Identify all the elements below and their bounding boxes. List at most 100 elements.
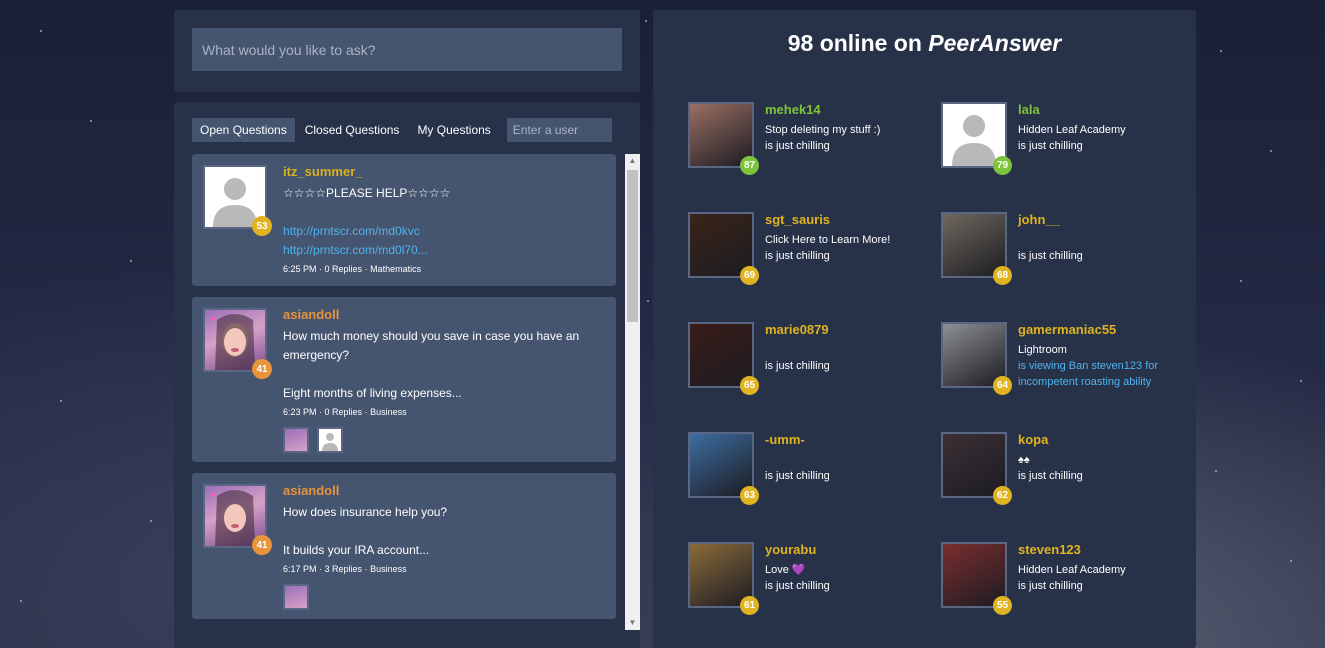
user-filter-input[interactable] bbox=[506, 118, 612, 142]
question-tabs: Open Questions Closed Questions My Quest… bbox=[192, 118, 612, 142]
participant-thumbs bbox=[283, 584, 606, 610]
question-replies[interactable]: 0 Replies bbox=[325, 264, 363, 274]
level-badge: 63 bbox=[740, 486, 759, 505]
online-user-info: mehek14 Stop deleting my stuff :) is just … bbox=[765, 102, 940, 154]
level-badge: 64 bbox=[993, 376, 1012, 395]
level-badge: 41 bbox=[252, 535, 272, 555]
level-badge: 87 bbox=[740, 156, 759, 175]
question-title[interactable]: How does insurance help you? bbox=[283, 503, 606, 522]
online-user-info: gamermaniac55 Lightroom is viewing Ban ste… bbox=[1018, 322, 1193, 390]
user-activity: is just chilling bbox=[1018, 580, 1083, 592]
participant-thumbs bbox=[283, 427, 606, 453]
question-meta: 6:25 PM · 0 Replies · Mathematics bbox=[283, 264, 422, 274]
online-user-info: steven123 Hidden Leaf Academy is just chil… bbox=[1018, 542, 1193, 594]
tab-open-questions[interactable]: Open Questions bbox=[192, 118, 295, 142]
online-username[interactable]: gamermaniac55 bbox=[1018, 322, 1193, 342]
participant-avatar[interactable] bbox=[283, 427, 309, 453]
svg-text:♥: ♥ bbox=[211, 490, 216, 500]
user-status-message: Love 💜 bbox=[765, 564, 806, 576]
question-title[interactable]: How much money should you save in case y… bbox=[283, 327, 606, 365]
question-subject[interactable]: Business bbox=[370, 407, 407, 417]
question-list: 53 itz_summer_ ☆☆☆☆PLEASE HELP☆☆☆☆ http:… bbox=[192, 154, 616, 630]
question-subject[interactable]: Mathematics bbox=[370, 264, 421, 274]
user-status-message: Stop deleting my stuff :) bbox=[765, 124, 881, 136]
online-user-info: sgt_sauris Click Here to Learn More! is ju… bbox=[765, 212, 940, 264]
user-status-message: Click Here to Learn More! bbox=[765, 234, 891, 246]
online-user-card[interactable]: 63 -umm-is just chilling bbox=[688, 432, 938, 512]
svg-text:♥: ♥ bbox=[211, 314, 216, 324]
question-time: 6:23 PM bbox=[283, 407, 317, 417]
scroll-up-icon[interactable]: ▲ bbox=[625, 154, 640, 168]
default-avatar-icon bbox=[322, 433, 338, 451]
user-activity: is just chilling bbox=[765, 470, 830, 482]
tab-my-questions[interactable]: My Questions bbox=[409, 118, 498, 142]
question-replies[interactable]: 3 Replies bbox=[325, 564, 363, 574]
online-username[interactable]: kopa bbox=[1018, 432, 1193, 452]
scroll-down-icon[interactable]: ▼ bbox=[625, 616, 640, 630]
level-badge: 65 bbox=[740, 376, 759, 395]
online-username[interactable]: steven123 bbox=[1018, 542, 1193, 562]
question-author[interactable]: itz_summer_ bbox=[283, 164, 606, 179]
questions-panel: Open Questions Closed Questions My Quest… bbox=[174, 102, 640, 648]
online-user-card[interactable]: 65 marie0879 is just chilling bbox=[688, 322, 938, 402]
user-activity: is just chilling bbox=[765, 580, 830, 592]
user-activity: is just chilling bbox=[1018, 250, 1083, 262]
online-username[interactable]: mehek14 bbox=[765, 102, 940, 122]
level-badge: 68 bbox=[993, 266, 1012, 285]
online-user-card[interactable]: 69 sgt_sauris Click Here to Learn More! is … bbox=[688, 212, 938, 292]
question-card[interactable]: 53 itz_summer_ ☆☆☆☆PLEASE HELP☆☆☆☆ http:… bbox=[192, 154, 616, 286]
online-username[interactable]: yourabu bbox=[765, 542, 940, 562]
user-activity-link[interactable]: is viewing Ban steven123 for incompetent… bbox=[1018, 358, 1193, 390]
level-badge: 79 bbox=[993, 156, 1012, 175]
user-status-message bbox=[1018, 232, 1193, 248]
online-count: 98 online on bbox=[787, 30, 922, 56]
site-brand: PeerAnswer bbox=[928, 30, 1062, 56]
online-username[interactable]: sgt_sauris bbox=[765, 212, 940, 232]
user-activity: is just chilling bbox=[765, 250, 830, 262]
question-link[interactable]: http://prntscr.com/md0l70... bbox=[283, 241, 606, 260]
level-badge: 55 bbox=[993, 596, 1012, 615]
user-activity: is just chilling bbox=[765, 140, 830, 152]
question-author[interactable]: asiandoll bbox=[283, 307, 606, 322]
online-username[interactable]: john__ bbox=[1018, 212, 1193, 232]
question-time: 6:25 PM bbox=[283, 264, 317, 274]
online-username[interactable]: lala bbox=[1018, 102, 1193, 122]
question-card[interactable]: ♥ 41 asiandoll How much money should you… bbox=[192, 297, 616, 462]
level-badge: 61 bbox=[740, 596, 759, 615]
question-meta: 6:17 PM · 3 Replies · Business bbox=[283, 564, 407, 574]
question-excerpt: Eight months of living expenses... bbox=[283, 386, 462, 400]
online-user-card[interactable]: 62 kopa ♠♠ is just chilling bbox=[941, 432, 1191, 512]
question-time: 6:17 PM bbox=[283, 564, 317, 574]
question-title[interactable]: ☆☆☆☆PLEASE HELP☆☆☆☆ bbox=[283, 184, 606, 203]
online-user-card[interactable]: 79 lala Hidden Leaf Academy is just chillin… bbox=[941, 102, 1191, 182]
level-badge: 62 bbox=[993, 486, 1012, 505]
online-user-card[interactable]: 55 steven123 Hidden Leaf Academy is just ch… bbox=[941, 542, 1191, 622]
user-status-message bbox=[765, 452, 940, 468]
question-author[interactable]: asiandoll bbox=[283, 483, 606, 498]
online-count-title: 98 online on PeerAnswer bbox=[653, 30, 1196, 57]
online-user-info: lala Hidden Leaf Academy is just chilling bbox=[1018, 102, 1193, 154]
tab-closed-questions[interactable]: Closed Questions bbox=[297, 118, 408, 142]
question-link[interactable]: http://prntscr.com/md0kvc bbox=[283, 222, 606, 241]
online-user-info: kopa ♠♠ is just chilling bbox=[1018, 432, 1193, 484]
question-list-scrollbar[interactable]: ▲ ▼ bbox=[625, 154, 640, 630]
online-user-card[interactable]: 68 john__is just chilling bbox=[941, 212, 1191, 292]
question-excerpt: It builds your IRA account... bbox=[283, 543, 430, 557]
participant-avatar[interactable] bbox=[317, 427, 343, 453]
question-card[interactable]: ♥ 41 asiandoll How does insurance help y… bbox=[192, 473, 616, 619]
participant-avatar[interactable] bbox=[283, 584, 309, 610]
online-username[interactable]: -umm- bbox=[765, 432, 940, 452]
question-replies[interactable]: 0 Replies bbox=[325, 407, 363, 417]
online-user-card[interactable]: 87 mehek14 Stop deleting my stuff :) is jus… bbox=[688, 102, 938, 182]
scrollbar-thumb[interactable] bbox=[627, 170, 638, 322]
question-subject[interactable]: Business bbox=[370, 564, 407, 574]
online-user-card[interactable]: 64 gamermaniac55 Lightroom is viewing Ban s… bbox=[941, 322, 1191, 402]
online-user-info: marie0879 is just chilling bbox=[765, 322, 940, 374]
online-user-card[interactable]: 61 yourabu Love 💜 is just chilling bbox=[688, 542, 938, 622]
online-username[interactable]: marie0879 bbox=[765, 322, 940, 342]
user-status-message: Lightroom bbox=[1018, 344, 1067, 356]
user-status-message: Hidden Leaf Academy bbox=[1018, 564, 1126, 576]
online-user-info: yourabu Love 💜 is just chilling bbox=[765, 542, 940, 594]
level-badge: 53 bbox=[252, 216, 272, 236]
ask-question-input[interactable] bbox=[192, 28, 622, 71]
